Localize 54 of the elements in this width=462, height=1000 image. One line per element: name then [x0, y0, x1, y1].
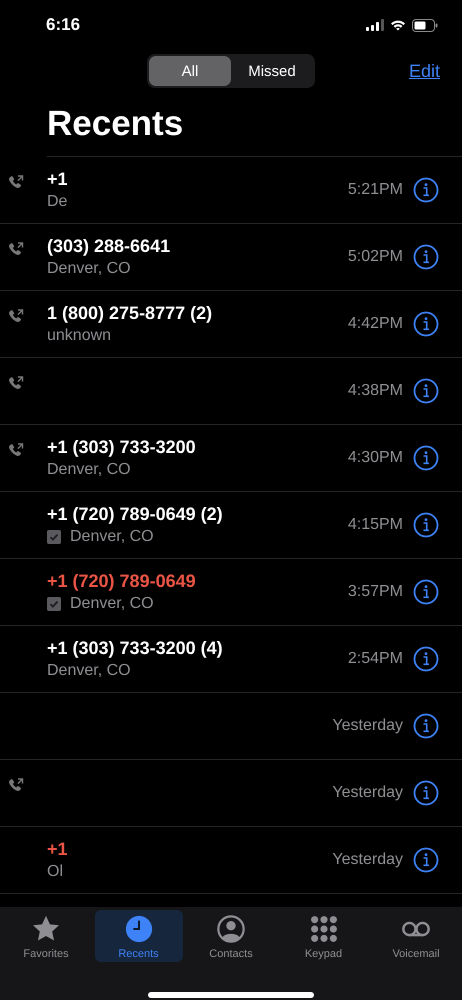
- caller-location: Denver, CO: [47, 661, 131, 681]
- call-time: Yesterday: [332, 784, 403, 802]
- wifi-icon: [390, 19, 406, 31]
- tab-item[interactable]: Voicemail: [372, 910, 460, 962]
- caller-location: Denver, CO: [70, 527, 154, 547]
- caller-location: Denver, CO: [70, 594, 154, 614]
- call-time: 4:38PM: [348, 382, 403, 400]
- caller-number: +1 (303) 733-3200 (4): [47, 637, 224, 660]
- caller-number: 1 (800) 275-8777 (2): [47, 302, 214, 325]
- info-button[interactable]: [413, 579, 439, 605]
- info-button[interactable]: [413, 512, 439, 538]
- caller-location: Denver, CO: [47, 460, 131, 480]
- info-button[interactable]: [413, 780, 439, 806]
- caller-location: Denver, CO: [47, 259, 131, 279]
- filter-segment[interactable]: All: [149, 56, 231, 86]
- caller-location: De: [47, 192, 68, 212]
- caller-location: Ol: [47, 862, 63, 882]
- caller-number: +1: [47, 838, 69, 861]
- status-time: 6:16: [46, 15, 80, 35]
- tab-item[interactable]: Favorites: [2, 910, 90, 962]
- keypad-icon: [308, 914, 338, 944]
- info-button[interactable]: [413, 311, 439, 337]
- clock-icon: [124, 914, 154, 944]
- caller-number: +1 (720) 789-0649 (2): [47, 503, 224, 526]
- tab-item[interactable]: Keypad: [280, 910, 368, 962]
- call-time: 5:02PM: [348, 248, 403, 266]
- call-time: 4:42PM: [348, 315, 403, 333]
- caller-number: +1 (720) 789-0649: [47, 570, 197, 593]
- edit-link[interactable]: Edit: [408, 60, 440, 80]
- battery-icon: [412, 18, 438, 32]
- caller-location: unknown: [47, 326, 112, 346]
- info-button[interactable]: [413, 177, 439, 203]
- page-title: Recents: [47, 103, 184, 145]
- info-button[interactable]: [413, 378, 439, 404]
- signal-icon: [366, 19, 384, 31]
- tab-item[interactable]: Contacts: [187, 910, 275, 962]
- call-time: 4:15PM: [348, 516, 403, 534]
- info-button[interactable]: [413, 445, 439, 471]
- caller-number: +1 (303) 733-3200: [47, 436, 197, 459]
- call-time: 5:21PM: [348, 181, 403, 199]
- info-button[interactable]: [413, 646, 439, 672]
- filter-segment[interactable]: Missed: [231, 56, 313, 86]
- call-time: 4:30PM: [348, 449, 403, 467]
- info-button[interactable]: [413, 244, 439, 270]
- caller-number: +1: [47, 168, 69, 191]
- info-button[interactable]: [413, 847, 439, 873]
- tab-item[interactable]: Recents: [94, 910, 182, 962]
- person-icon: [216, 914, 246, 944]
- call-time: Yesterday: [332, 851, 403, 869]
- call-time: 2:54PM: [348, 650, 403, 668]
- info-button[interactable]: [413, 713, 439, 739]
- call-time: Yesterday: [332, 717, 403, 735]
- call-time: 3:57PM: [348, 583, 403, 601]
- caller-number: (303) 288-6641: [47, 235, 172, 258]
